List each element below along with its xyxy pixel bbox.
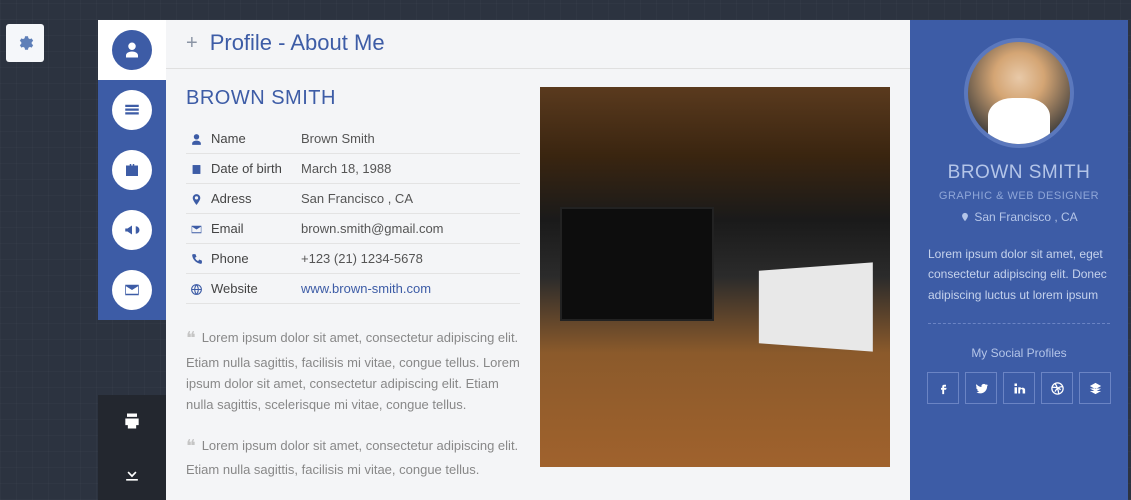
- table-row: Emailbrown.smith@gmail.com: [186, 214, 520, 244]
- social-twitter[interactable]: [965, 372, 997, 404]
- pin-icon: [190, 193, 203, 206]
- settings-button[interactable]: [6, 24, 44, 62]
- download-icon: [122, 464, 142, 484]
- social-heading: My Social Profiles: [971, 346, 1066, 360]
- quote-icon: ❝: [186, 436, 196, 456]
- profile-photo: [540, 87, 890, 467]
- print-button[interactable]: [98, 395, 166, 448]
- envelope-icon: [123, 281, 141, 299]
- facebook-icon: [936, 381, 951, 396]
- nav-blog[interactable]: [98, 200, 166, 260]
- profile-name-heading: BROWN SMITH: [186, 87, 520, 110]
- quote-icon: ❝: [186, 328, 196, 348]
- sidebar-bio: Lorem ipsum dolor sit amet, eget consect…: [928, 244, 1110, 324]
- mail-icon: [190, 223, 203, 236]
- plus-icon: +: [186, 32, 198, 55]
- stack-icon: [123, 101, 141, 119]
- download-button[interactable]: [98, 448, 166, 500]
- calendar-icon: [190, 163, 203, 176]
- table-row: Phone+123 (21) 1234-5678: [186, 244, 520, 274]
- info-label: Date of birth: [207, 154, 297, 184]
- sidebar-name: BROWN SMITH: [948, 162, 1091, 184]
- social-layers[interactable]: [1079, 372, 1111, 404]
- nav-profile[interactable]: [98, 20, 166, 80]
- table-row: Date of birthMarch 18, 1988: [186, 154, 520, 184]
- nav-contact[interactable]: [98, 260, 166, 320]
- bio-paragraph: ❝Lorem ipsum dolor sit amet, consectetur…: [186, 324, 520, 415]
- info-value: +123 (21) 1234-5678: [297, 244, 520, 274]
- linkedin-icon: [1012, 381, 1027, 396]
- table-row: Website www.brown-smith.com: [186, 274, 520, 304]
- info-value: March 18, 1988: [297, 154, 520, 184]
- website-link[interactable]: www.brown-smith.com: [301, 281, 431, 296]
- page-title: Profile - About Me: [210, 30, 385, 56]
- info-label: Website: [207, 274, 297, 304]
- user-icon: [123, 41, 141, 59]
- twitter-icon: [974, 381, 989, 396]
- sidebar-role: GRAPHIC & WEB DESIGNER: [939, 190, 1099, 202]
- avatar: [964, 38, 1074, 148]
- page-header: + Profile - About Me: [166, 20, 910, 69]
- user-icon: [190, 133, 203, 146]
- info-label: Adress: [207, 184, 297, 214]
- profile-sidebar: BROWN SMITH GRAPHIC & WEB DESIGNER San F…: [910, 20, 1128, 500]
- info-label: Email: [207, 214, 297, 244]
- dribbble-icon: [1050, 381, 1065, 396]
- briefcase-icon: [123, 161, 141, 179]
- info-value: Brown Smith: [297, 124, 520, 154]
- main-panel: + Profile - About Me BROWN SMITH NameBro…: [166, 20, 910, 500]
- globe-icon: [190, 283, 203, 296]
- social-dribbble[interactable]: [1041, 372, 1073, 404]
- info-value: San Francisco , CA: [297, 184, 520, 214]
- side-nav: [98, 20, 166, 500]
- info-value: brown.smith@gmail.com: [297, 214, 520, 244]
- gear-icon: [16, 34, 34, 52]
- table-row: AdressSan Francisco , CA: [186, 184, 520, 214]
- nav-resume[interactable]: [98, 80, 166, 140]
- info-label: Name: [207, 124, 297, 154]
- print-icon: [122, 411, 142, 431]
- bio-paragraph: ❝Lorem ipsum dolor sit amet, consectetur…: [186, 432, 520, 482]
- table-row: NameBrown Smith: [186, 124, 520, 154]
- info-table: NameBrown Smith Date of birthMarch 18, 1…: [186, 124, 520, 304]
- nav-portfolio[interactable]: [98, 140, 166, 200]
- social-facebook[interactable]: [927, 372, 959, 404]
- phone-icon: [190, 253, 203, 266]
- info-label: Phone: [207, 244, 297, 274]
- pin-icon: [960, 212, 970, 222]
- social-linkedin[interactable]: [1003, 372, 1035, 404]
- social-links: [927, 372, 1111, 404]
- bullhorn-icon: [123, 221, 141, 239]
- layers-icon: [1088, 381, 1103, 396]
- sidebar-location: San Francisco , CA: [960, 210, 1077, 224]
